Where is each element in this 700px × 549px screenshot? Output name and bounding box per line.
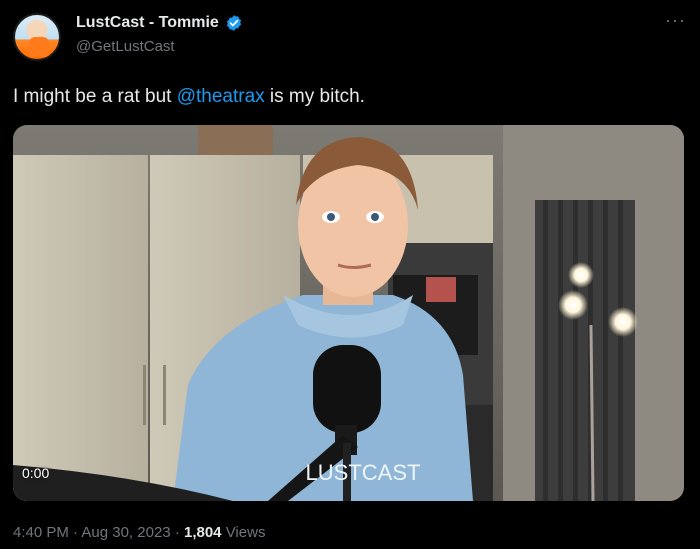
avatar-figure [29, 37, 49, 57]
author-handle[interactable]: @GetLustCast [76, 38, 175, 55]
author-name-row: LustCast - Tommie [76, 14, 243, 32]
shirt-logo: LUSTCAST [306, 460, 421, 485]
avatar[interactable] [13, 13, 61, 61]
tweet-text: I might be a rat but @theatrax is my bit… [13, 86, 365, 108]
video-player[interactable]: LUSTCAST [13, 125, 684, 501]
tweet-text-part: is my bitch. [264, 86, 365, 107]
separator: · [73, 524, 79, 541]
author-display-name[interactable]: LustCast - Tommie [76, 14, 219, 32]
tweet-text-part: I might be a rat but [13, 86, 177, 107]
views-count: 1,804 [183, 524, 222, 541]
more-icon[interactable]: ··· [665, 10, 686, 31]
video-time-badge: 0:00 [22, 465, 50, 481]
tweet-date[interactable]: Aug 30, 2023 [81, 524, 170, 541]
video-frame: LUSTCAST [13, 125, 684, 501]
views-label: Views [225, 524, 266, 541]
mention-link[interactable]: @theatrax [177, 86, 265, 107]
tweet-time[interactable]: 4:40 PM [13, 524, 69, 541]
verified-badge-icon [226, 15, 241, 31]
tweet-meta: 4:40 PM · Aug 30, 2023 · 1,804 Views [13, 524, 265, 541]
separator: · [174, 524, 180, 541]
